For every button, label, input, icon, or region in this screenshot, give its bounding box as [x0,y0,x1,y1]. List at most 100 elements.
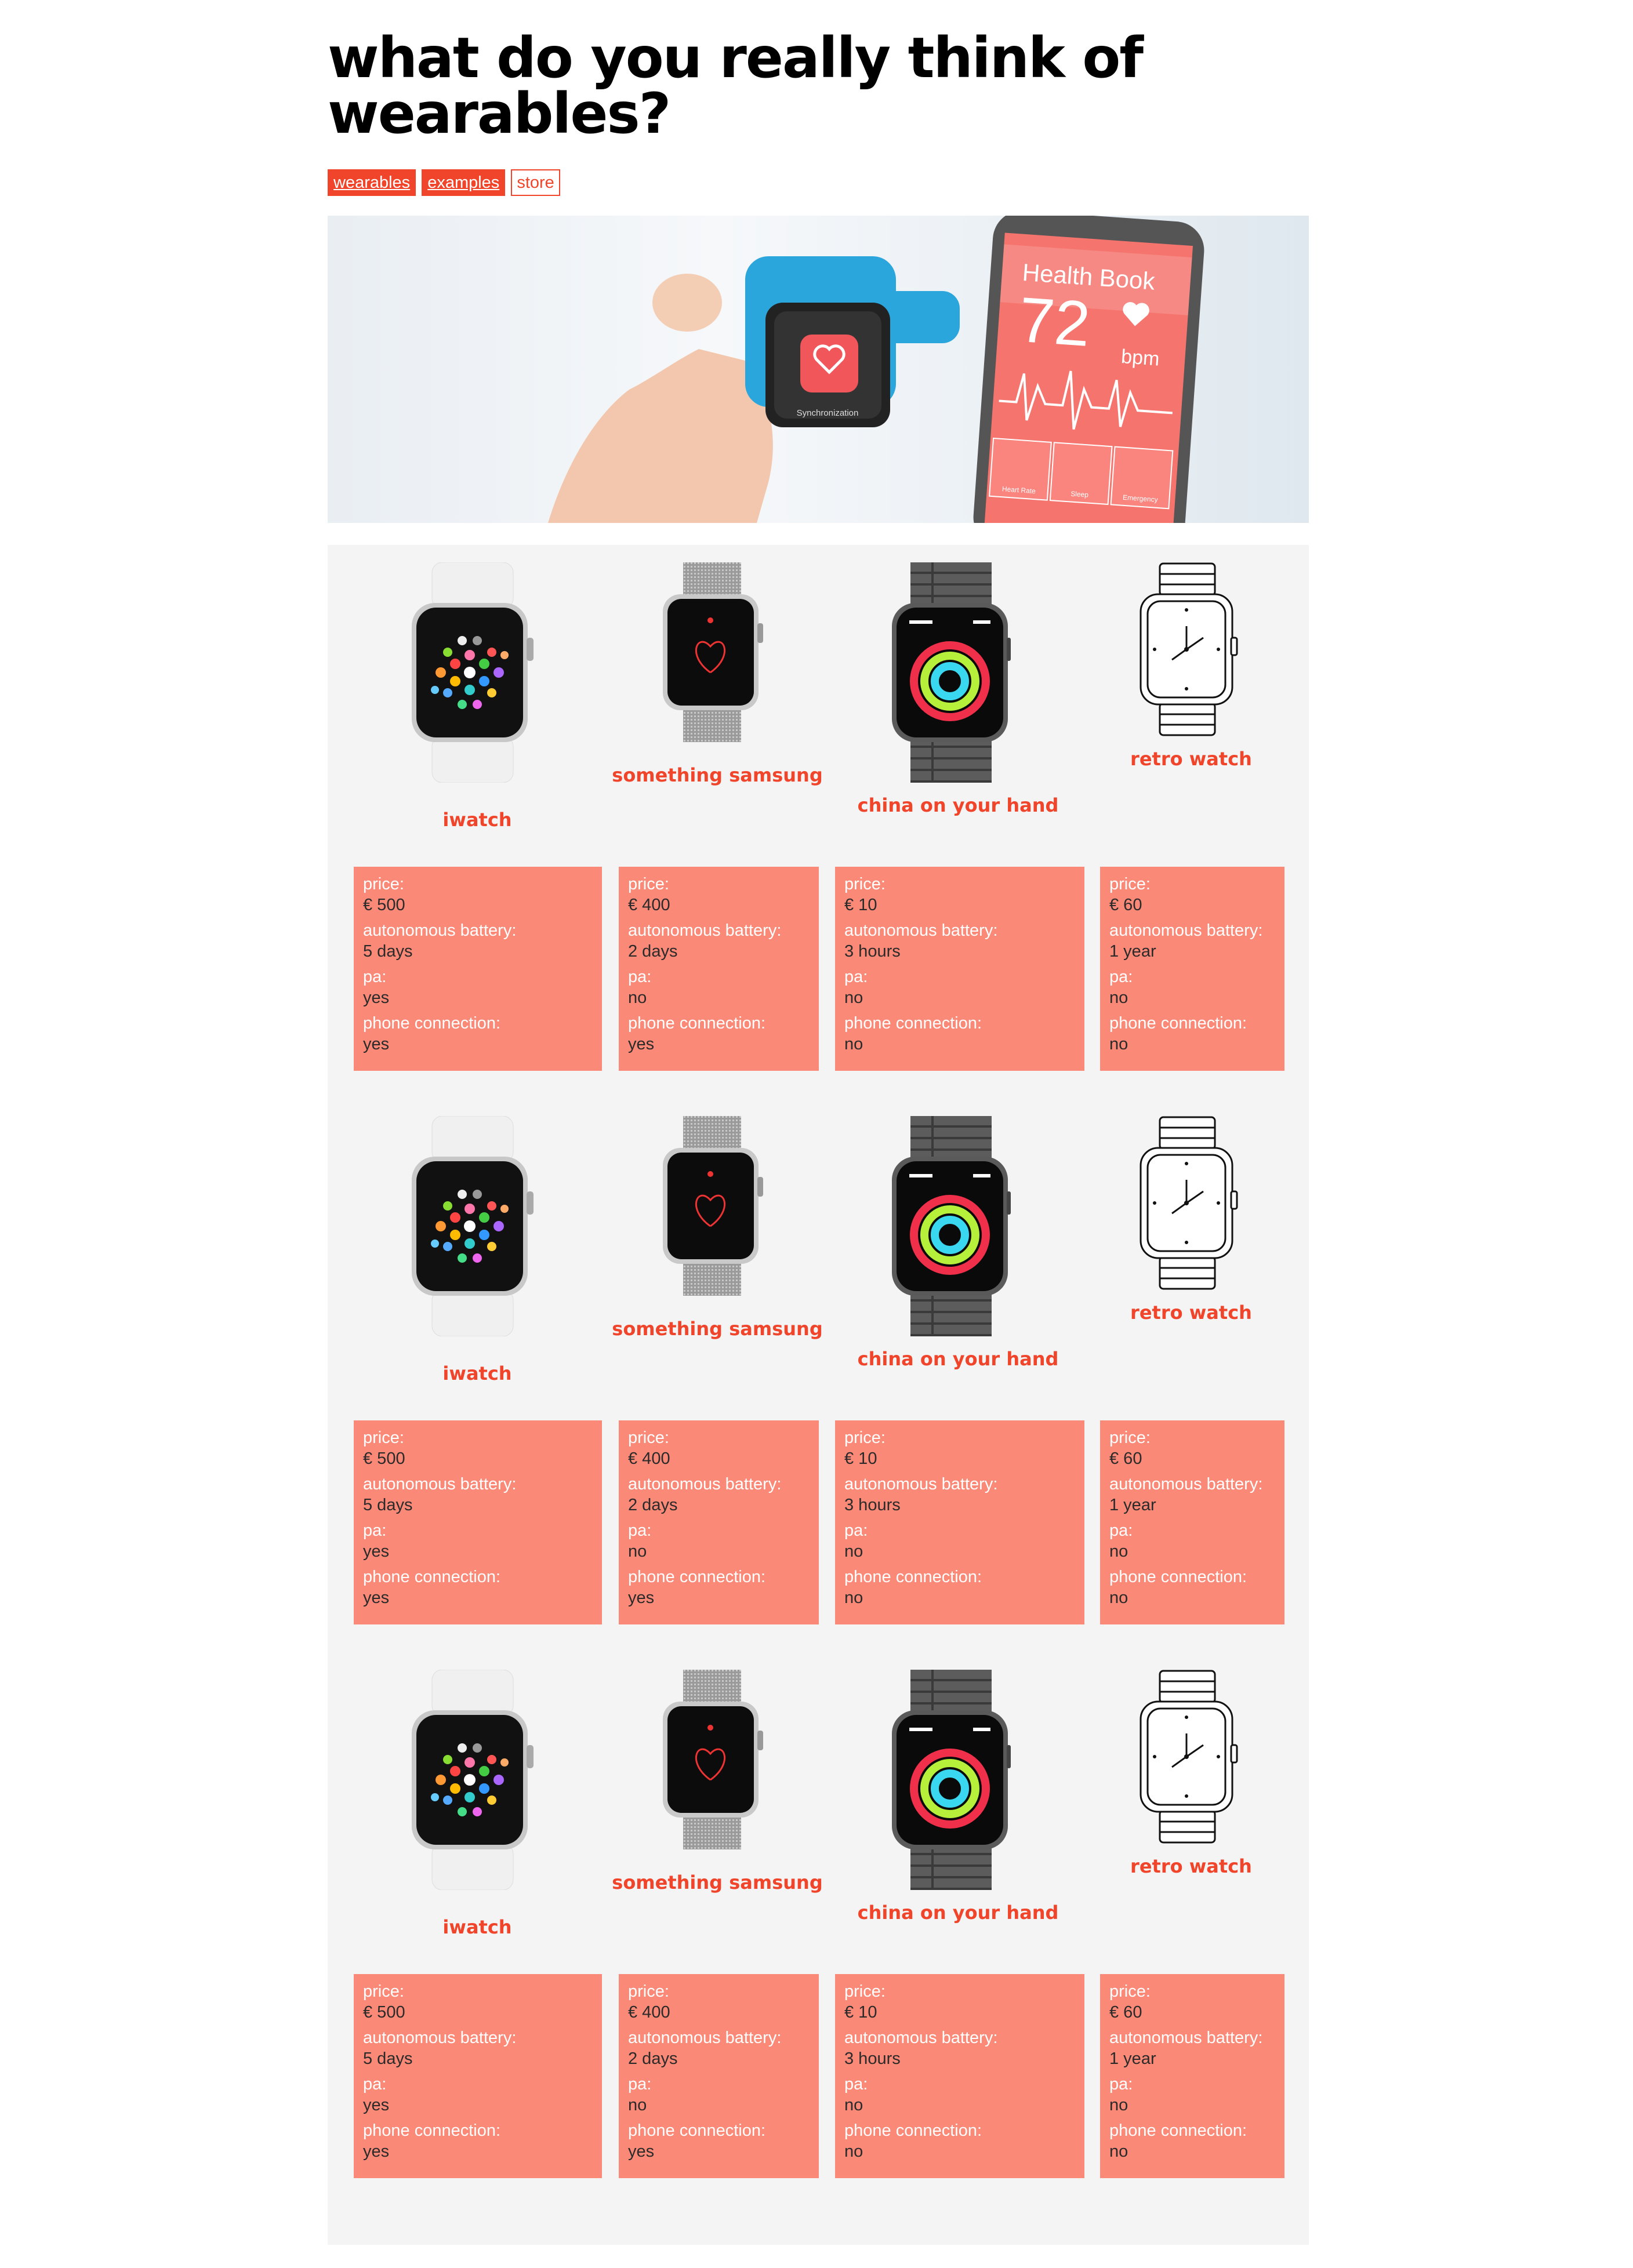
spec-value-phone: yes [363,1589,390,1607]
spec-value-phone: yes [628,1035,655,1053]
spec-value-pa: no [1109,1542,1128,1561]
product-name[interactable]: retro watch [1130,748,1252,770]
spec-label-price: price: [363,1982,404,2001]
tag-list: wearables examples store [328,169,560,196]
spec-label-price: price: [844,1429,886,1447]
spec-value-phone: yes [628,1589,655,1607]
retro-watch-watch-image[interactable] [1140,1116,1238,1290]
product-name[interactable]: something samsung [612,764,822,786]
spec-value-pa: yes [363,1542,390,1561]
spec-value-battery: 2 days [628,2049,678,2068]
spec-label-battery: autonomous battery: [1109,1475,1263,1493]
spec-value-pa: no [844,1542,863,1561]
product-row: iwatch price: € 500 autonomous battery: 5 da… [328,1652,1309,2206]
spec-label-battery: autonomous battery: [628,2029,782,2047]
spec-value-phone: yes [628,2142,655,2161]
spec-label-price: price: [628,1429,669,1447]
spec-label-pa: pa: [844,2075,868,2093]
spec-value-price: € 10 [844,1449,877,1468]
spec-card: price: € 500 autonomous battery: 5 days pa: y… [354,1420,602,1624]
spec-value-phone: no [1109,1035,1128,1053]
spec-card: price: € 10 autonomous battery: 3 hours pa: n… [835,1974,1084,2178]
spec-label-battery: autonomous battery: [844,921,998,940]
iwatch-watch-image[interactable] [412,1115,534,1337]
iwatch-watch-image[interactable] [412,562,534,783]
china-on-your-hand-watch-image[interactable] [892,1116,1011,1336]
product-name[interactable]: iwatch [442,1916,511,1938]
spec-label-phone: phone connection: [844,2121,982,2140]
spec-value-price: € 500 [363,2003,405,2022]
spec-label-phone: phone connection: [1109,1568,1247,1586]
spec-label-phone: phone connection: [628,1568,766,1586]
spec-value-price: € 400 [628,1449,670,1468]
product-name[interactable]: china on your hand [858,1348,1059,1370]
china-on-your-hand-watch-image[interactable] [892,1670,1011,1890]
spec-value-phone: no [1109,1589,1128,1607]
spec-label-phone: phone connection: [1109,1014,1247,1033]
spec-label-battery: autonomous battery: [844,1475,998,1493]
spec-label-pa: pa: [628,1521,652,1540]
retro-watch-watch-image[interactable] [1140,562,1238,736]
spec-value-price: € 10 [844,896,877,914]
spec-value-battery: 3 hours [844,1496,901,1514]
spec-label-pa: pa: [628,2075,652,2093]
spec-label-pa: pa: [1109,1521,1133,1540]
spec-value-battery: 5 days [363,942,413,961]
hero-bpm-unit: bpm [1120,346,1160,370]
tag-examples[interactable]: examples [422,169,506,196]
china-on-your-hand-watch-image[interactable] [892,562,1011,783]
spec-value-price: € 60 [1109,896,1142,914]
product-grid: iwatch price: € 500 autonomous battery: 5 da… [328,545,1309,2245]
something-samsung-watch-image[interactable] [663,1116,764,1296]
spec-label-price: price: [1109,1429,1151,1447]
something-samsung-watch-image[interactable] [663,562,764,742]
spec-value-phone: no [844,1035,863,1053]
spec-card: price: € 60 autonomous battery: 1 year pa: no… [1100,867,1284,1071]
spec-value-price: € 10 [844,2003,877,2022]
something-samsung-watch-image[interactable] [663,1670,764,1849]
spec-label-phone: phone connection: [363,1568,501,1586]
spec-value-battery: 2 days [628,942,678,961]
spec-label-price: price: [363,1429,404,1447]
product-name[interactable]: retro watch [1130,1855,1252,1877]
spec-label-phone: phone connection: [363,1014,501,1033]
spec-label-phone: phone connection: [844,1014,982,1033]
spec-label-pa: pa: [628,968,652,986]
spec-label-phone: phone connection: [628,1014,766,1033]
product-name[interactable]: retro watch [1130,1302,1252,1324]
spec-label-phone: phone connection: [1109,2121,1247,2140]
spec-value-pa: no [844,988,863,1007]
product-name[interactable]: china on your hand [858,1902,1059,1924]
spec-label-battery: autonomous battery: [628,1475,782,1493]
spec-label-pa: pa: [363,1521,387,1540]
spec-value-pa: no [844,2096,863,2114]
spec-value-price: € 500 [363,1449,405,1468]
tag-store[interactable]: store [511,169,560,196]
spec-label-price: price: [844,1982,886,2001]
spec-label-battery: autonomous battery: [363,2029,517,2047]
spec-card: price: € 10 autonomous battery: 3 hours pa: n… [835,867,1084,1071]
product-row: iwatch price: € 500 autonomous battery: 5 da… [328,545,1309,1099]
spec-card: price: € 400 autonomous battery: 2 days pa: n… [619,1420,819,1624]
spec-value-pa: no [1109,988,1128,1007]
spec-label-price: price: [363,875,404,893]
tag-wearables[interactable]: wearables [328,169,416,196]
spec-value-battery: 1 year [1109,942,1156,961]
spec-value-battery: 1 year [1109,2049,1156,2068]
spec-card: price: € 500 autonomous battery: 5 days pa: y… [354,1974,602,2178]
product-name[interactable]: iwatch [442,809,511,831]
spec-card: price: € 400 autonomous battery: 2 days pa: n… [619,1974,819,2178]
spec-label-battery: autonomous battery: [1109,2029,1263,2047]
page-title-line2: wearables? [328,81,671,146]
iwatch-watch-image[interactable] [412,1669,534,1891]
retro-watch-watch-image[interactable] [1140,1670,1238,1844]
spec-value-phone: no [844,2142,863,2161]
product-name[interactable]: something samsung [612,1318,822,1340]
spec-value-battery: 3 hours [844,942,901,961]
spec-label-battery: autonomous battery: [628,921,782,940]
product-name[interactable]: iwatch [442,1362,511,1384]
product-name[interactable]: china on your hand [858,794,1059,816]
spec-value-pa: no [628,2096,647,2114]
product-name[interactable]: something samsung [612,1871,822,1893]
spec-value-pa: no [628,1542,647,1561]
